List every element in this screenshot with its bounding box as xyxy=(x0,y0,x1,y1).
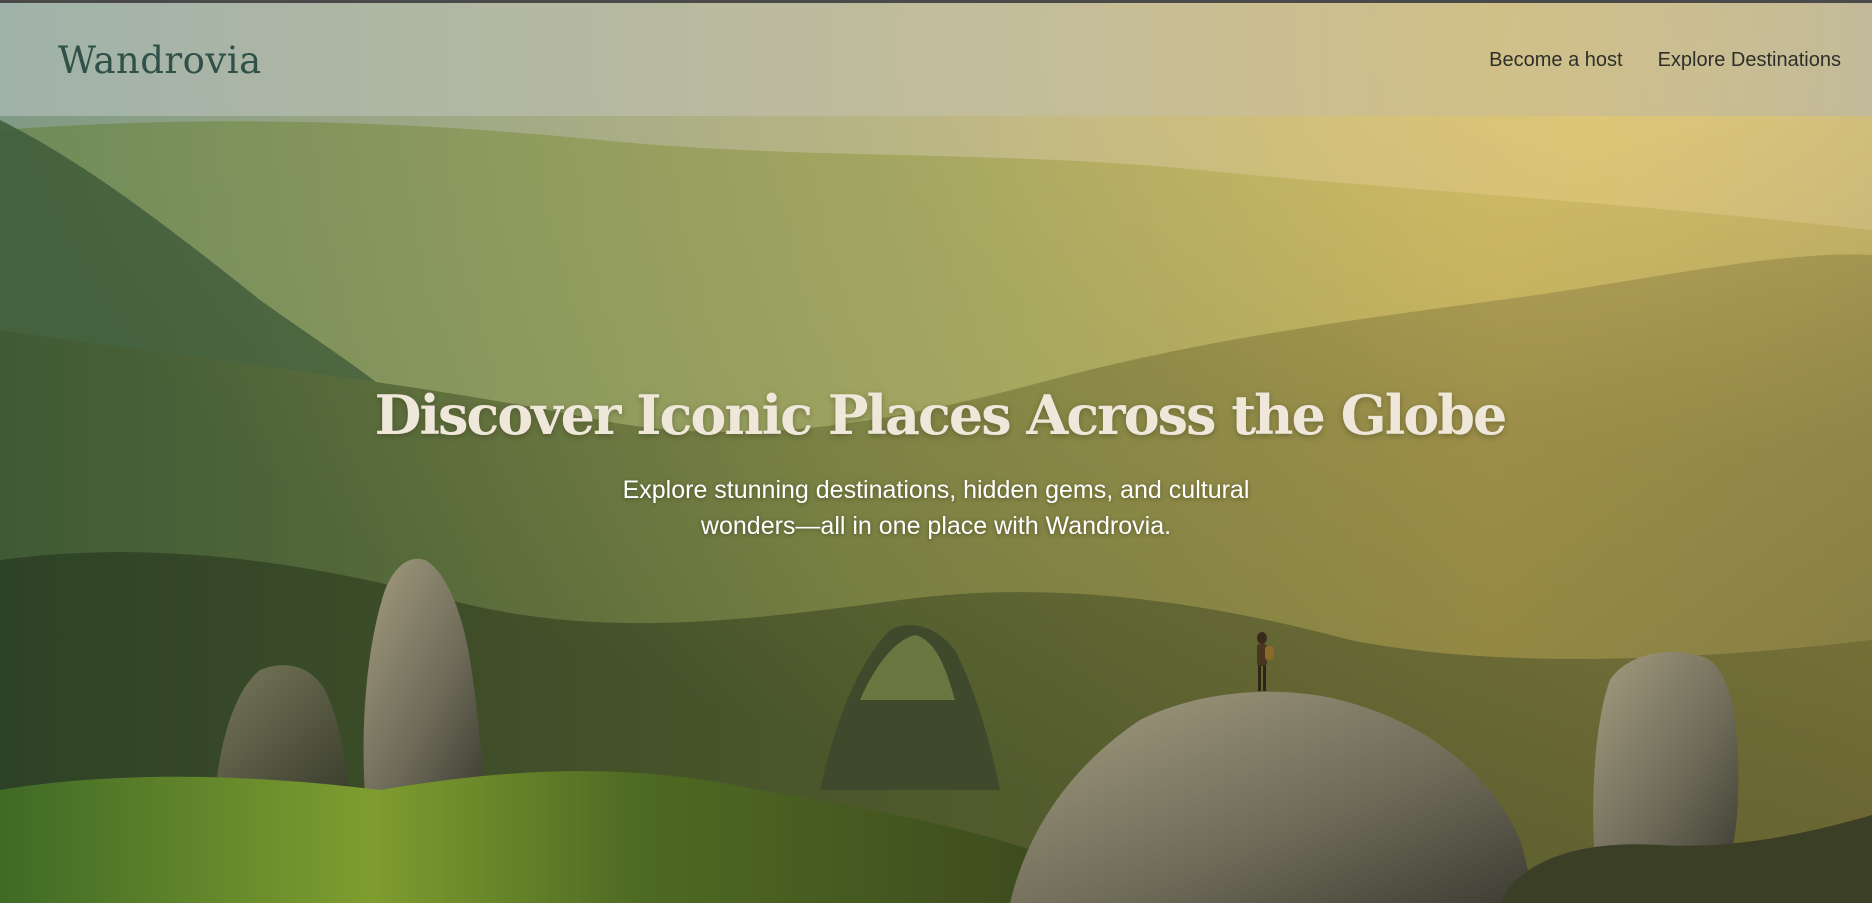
hero-section: Discover Iconic Places Across the Globe … xyxy=(0,380,1872,544)
site-logo[interactable]: Wandrovia xyxy=(58,39,262,82)
nav-link-explore-destinations[interactable]: Explore Destinations xyxy=(1658,49,1841,72)
landing-page: Wandrovia Become a host Explore Destinat… xyxy=(0,0,1872,903)
main-nav: Become a host Explore Destinations xyxy=(1489,49,1841,72)
window-top-edge xyxy=(0,0,1872,3)
site-header: Wandrovia Become a host Explore Destinat… xyxy=(0,3,1872,116)
hero-subtitle: Explore stunning destinations, hidden ge… xyxy=(622,476,1250,540)
nav-link-become-a-host[interactable]: Become a host xyxy=(1489,49,1622,72)
hero-title: Discover Iconic Places Across the Globe xyxy=(374,383,1508,447)
